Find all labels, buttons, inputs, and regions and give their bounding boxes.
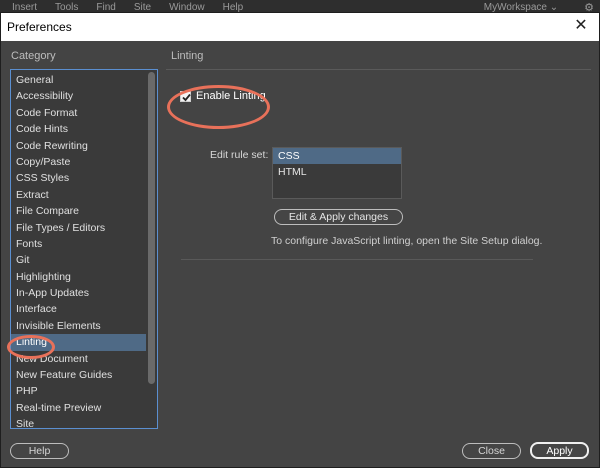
content-divider	[181, 259, 533, 260]
category-item-new-document[interactable]: New Document	[11, 351, 146, 367]
category-item-extract[interactable]: Extract	[11, 187, 146, 203]
section-heading: Linting	[171, 50, 204, 62]
enable-linting-label: Enable Linting	[196, 90, 266, 102]
dialog-title: Preferences	[7, 20, 72, 34]
category-item-code-format[interactable]: Code Format	[11, 105, 146, 121]
help-button[interactable]: Help	[10, 443, 69, 459]
category-item-interface[interactable]: Interface	[11, 301, 146, 317]
chevron-down-icon: ⌄	[549, 1, 559, 13]
apply-button[interactable]: Apply	[530, 442, 589, 459]
menu-insert[interactable]: Insert	[12, 2, 37, 13]
category-item-real-time-preview[interactable]: Real-time Preview	[11, 400, 146, 416]
edit-apply-button[interactable]: Edit & Apply changes	[274, 209, 403, 225]
category-item-invisible-elements[interactable]: Invisible Elements	[11, 318, 146, 334]
category-heading: Category	[11, 50, 56, 62]
category-item-in-app-updates[interactable]: In-App Updates	[11, 285, 146, 301]
category-item-code-hints[interactable]: Code Hints	[11, 121, 146, 137]
category-item-file-compare[interactable]: File Compare	[11, 203, 146, 219]
category-item-file-types-editors[interactable]: File Types / Editors	[11, 220, 146, 236]
category-item-highlighting[interactable]: Highlighting	[11, 269, 146, 285]
close-button[interactable]: Close	[462, 443, 521, 459]
category-item-code-rewriting[interactable]: Code Rewriting	[11, 138, 146, 154]
menu-site[interactable]: Site	[134, 2, 151, 13]
preferences-dialog: Preferences ✕ Category Linting General Ac…	[0, 12, 600, 468]
category-item-general[interactable]: General	[11, 72, 146, 88]
category-list[interactable]: General Accessibility Code Format Code Hint…	[10, 69, 158, 429]
rule-set-item-css[interactable]: CSS	[273, 148, 401, 164]
enable-linting-row[interactable]: Enable Linting	[180, 90, 266, 102]
category-item-linting[interactable]: Linting	[11, 334, 146, 351]
menu-help[interactable]: Help	[223, 2, 244, 13]
category-item-site[interactable]: Site	[11, 416, 146, 428]
section-divider	[166, 69, 591, 70]
checkmark-icon	[182, 93, 191, 101]
category-item-new-feature-guides[interactable]: New Feature Guides	[11, 367, 146, 383]
menu-window[interactable]: Window	[169, 2, 205, 13]
dialog-titlebar: Preferences ✕	[1, 13, 599, 41]
category-item-php[interactable]: PHP	[11, 383, 146, 399]
menu-tools[interactable]: Tools	[55, 2, 78, 13]
workspace-name: MyWorkspace	[483, 1, 547, 13]
rule-set-list[interactable]: CSS HTML	[272, 147, 402, 199]
menu-find[interactable]: Find	[96, 2, 115, 13]
category-items: General Accessibility Code Format Code Hint…	[11, 70, 157, 428]
category-item-accessibility[interactable]: Accessibility	[11, 88, 146, 104]
category-item-git[interactable]: Git	[11, 252, 146, 268]
rule-set-item-html[interactable]: HTML	[273, 164, 401, 180]
enable-linting-checkbox[interactable]	[180, 90, 191, 102]
javascript-linting-info: To configure JavaScript linting, open th…	[271, 235, 543, 247]
category-scrollbar[interactable]	[148, 72, 155, 384]
rule-set-label: Edit rule set:	[210, 149, 269, 161]
category-item-fonts[interactable]: Fonts	[11, 236, 146, 252]
category-item-css-styles[interactable]: CSS Styles	[11, 170, 146, 186]
category-item-copy-paste[interactable]: Copy/Paste	[11, 154, 146, 170]
workspace-switcher[interactable]: MyWorkspace ⌄	[484, 2, 558, 13]
close-icon[interactable]: ✕	[571, 16, 591, 36]
